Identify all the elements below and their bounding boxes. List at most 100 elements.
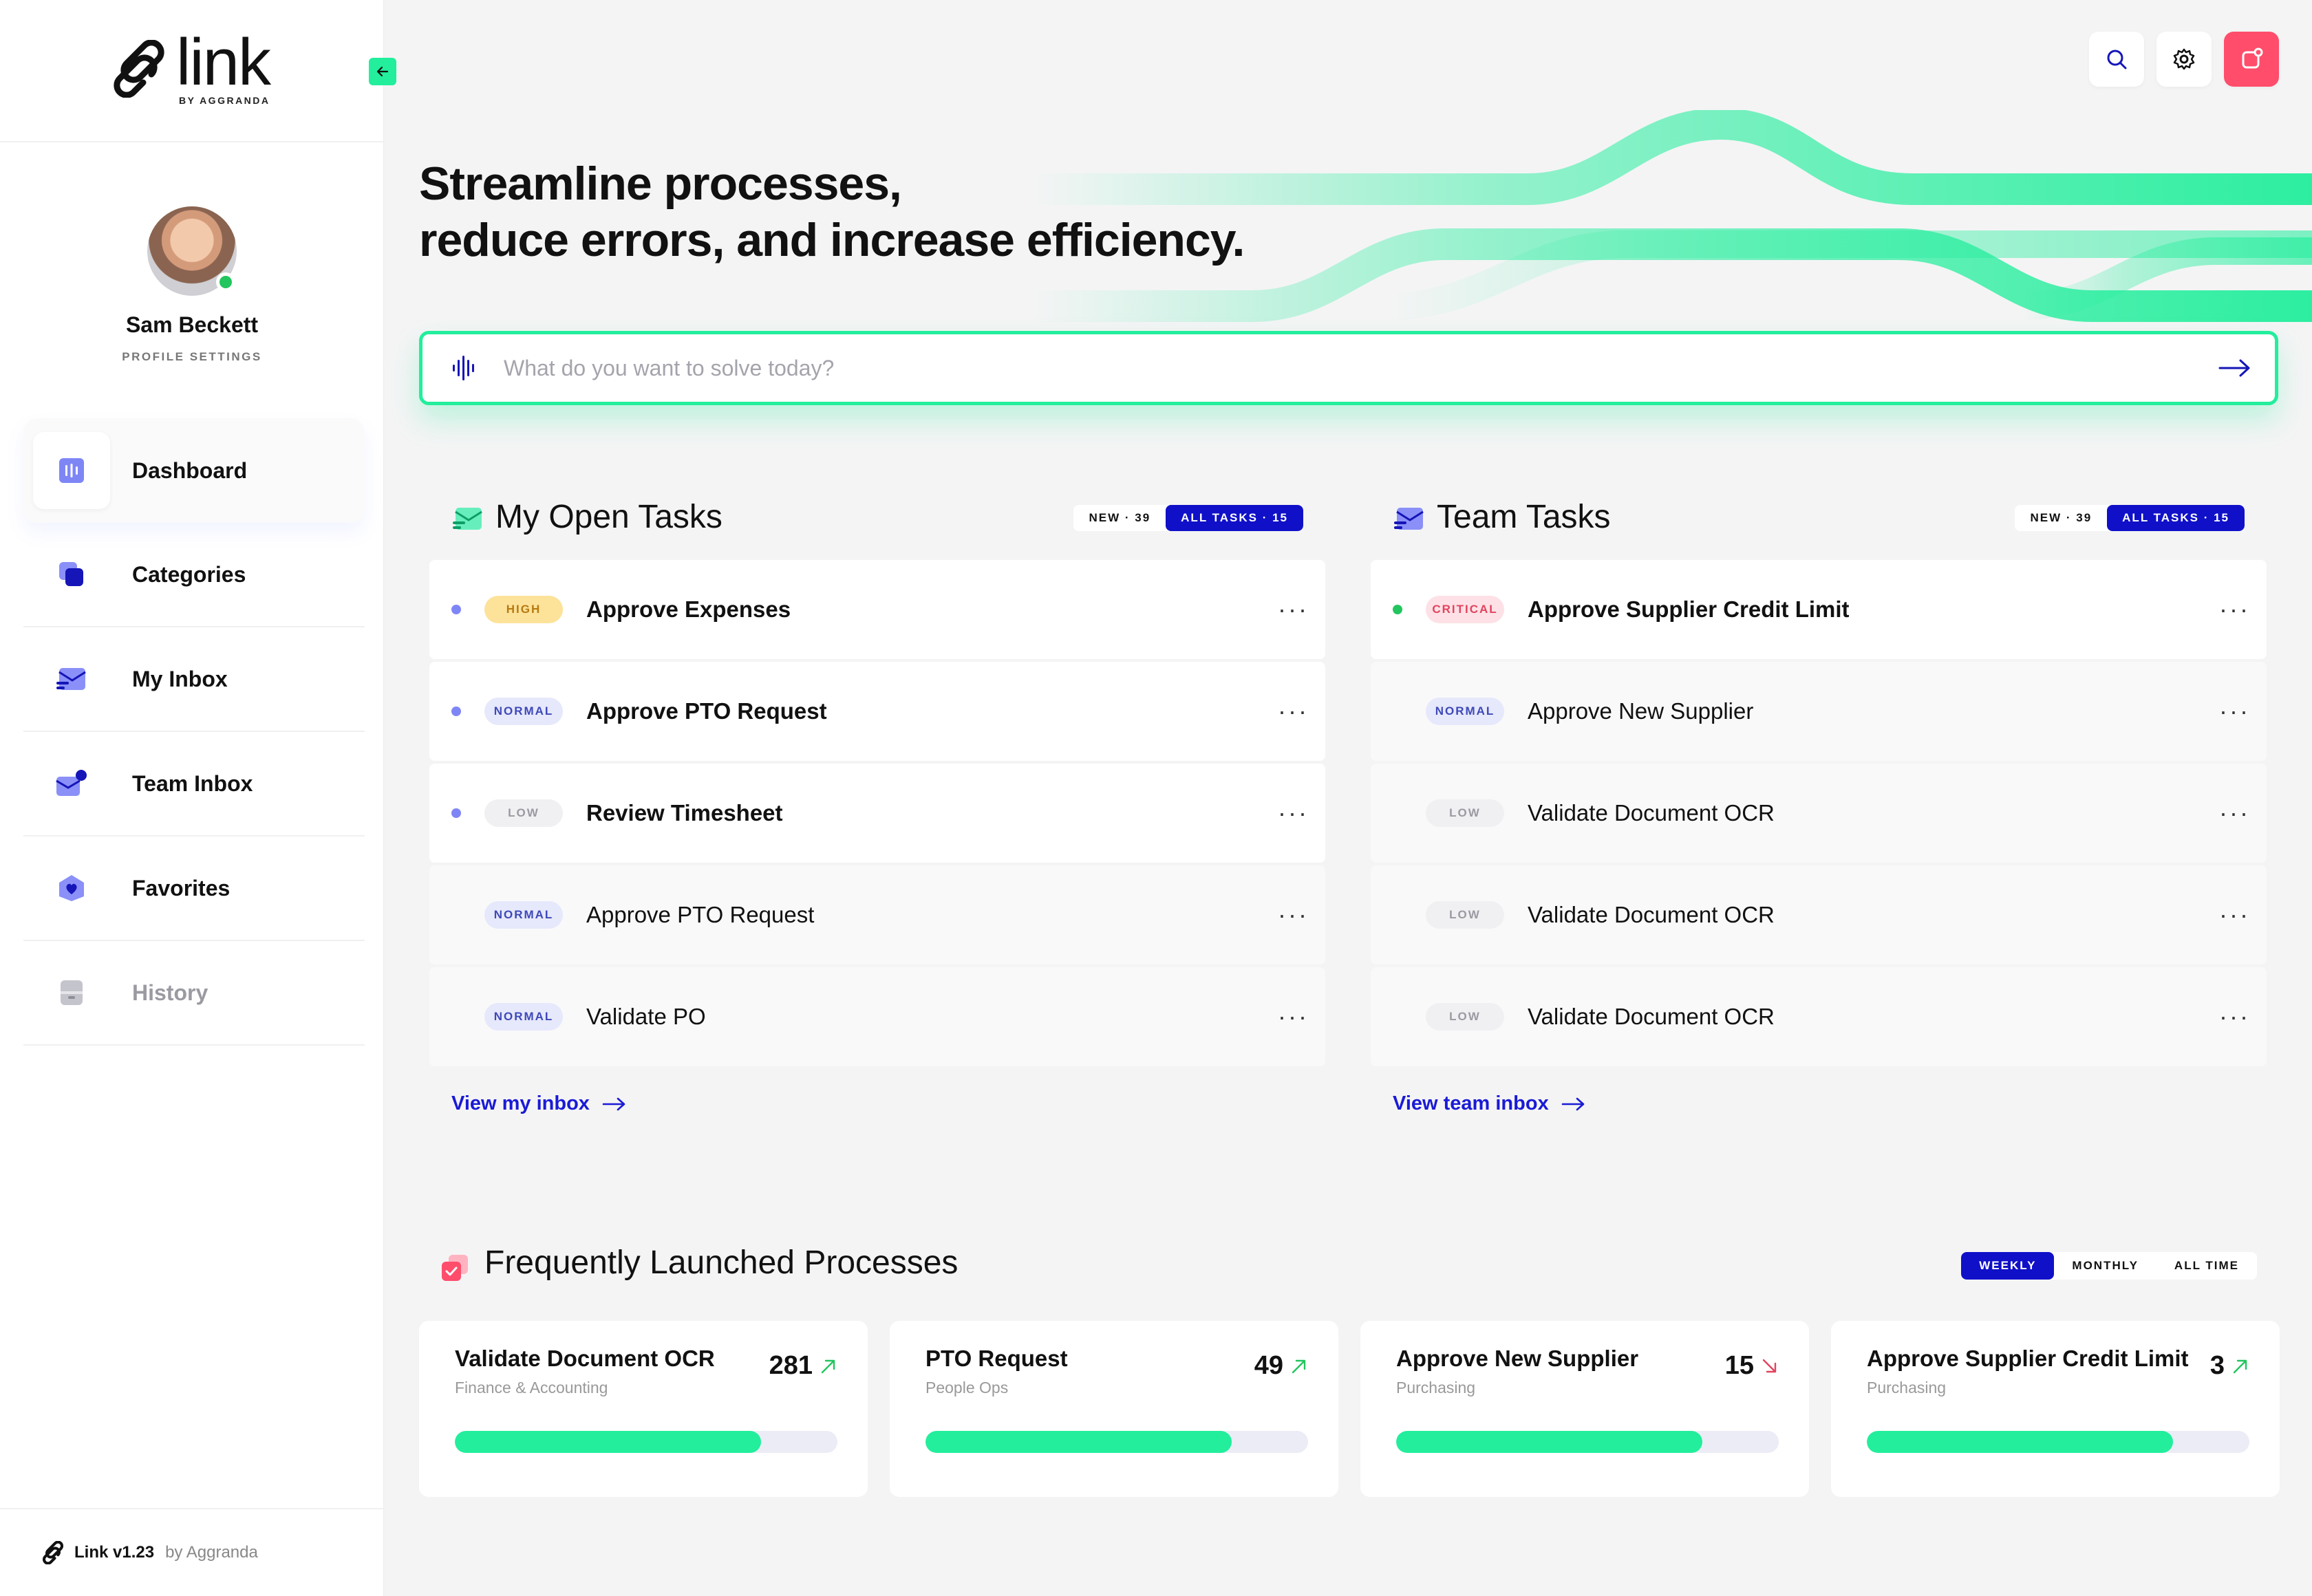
link-logo-icon (43, 1541, 63, 1564)
trend-down-icon (1762, 1359, 1777, 1372)
more-options-icon[interactable]: ··· (1278, 799, 1309, 828)
task-row[interactable]: HIGH Approve Expenses ··· (429, 560, 1325, 659)
sidebar-item-favorites[interactable]: Favorites (23, 837, 365, 941)
process-category: Purchasing (1396, 1379, 1476, 1396)
notification-icon (2242, 47, 2263, 69)
sidebar-item-categories[interactable]: Categories (23, 523, 365, 627)
sidebar-item-label: Favorites (132, 875, 231, 901)
period-all-time-button[interactable]: ALL TIME (2156, 1252, 2257, 1280)
footer-vendor: by Aggranda (165, 1543, 258, 1562)
notifications-button[interactable] (2224, 32, 2279, 87)
categories-icon-wrap (33, 536, 110, 613)
task-name: Validate Document OCR (1528, 902, 1775, 927)
progress-track (455, 1431, 837, 1453)
task-list: HIGH Approve Expenses ··· NORMAL Approve… (429, 560, 1325, 1066)
more-options-icon[interactable]: ··· (1278, 697, 1309, 726)
more-options-icon[interactable]: ··· (2219, 1002, 2250, 1031)
hero-title: Streamline processes, reduce errors, and… (419, 155, 1245, 268)
more-options-icon[interactable]: ··· (1278, 901, 1309, 929)
task-row[interactable]: LOW Validate Document OCR ··· (1371, 764, 2267, 863)
team-inbox-icon-wrap (33, 745, 110, 822)
profile-block: Sam Beckett PROFILE SETTINGS (0, 206, 384, 364)
priority-badge: NORMAL (484, 698, 563, 725)
top-actions (2089, 32, 2279, 87)
more-options-icon[interactable]: ··· (2219, 901, 2250, 929)
sidebar-item-label: My Inbox (132, 666, 228, 691)
unread-indicator (451, 808, 461, 818)
more-options-icon[interactable]: ··· (2219, 799, 2250, 828)
sidebar-item-team-inbox[interactable]: Team Inbox (23, 732, 365, 837)
solve-input[interactable] (504, 355, 2218, 381)
search-button[interactable] (2089, 32, 2144, 87)
launch-count-value: 15 (1724, 1351, 1754, 1380)
process-card[interactable]: PTO Request People Ops 49 (890, 1321, 1338, 1497)
processes-title: Frequently Launched Processes (484, 1244, 959, 1281)
view-my-inbox-link[interactable]: View my inbox (451, 1092, 1325, 1115)
task-row[interactable]: NORMAL Approve New Supplier ··· (1371, 662, 2267, 761)
task-filter: NEW · 39 ALL TASKS · 15 (1073, 505, 1303, 531)
more-options-icon[interactable]: ··· (2219, 697, 2250, 726)
task-row[interactable]: CRITICAL Approve Supplier Credit Limit ·… (1371, 560, 2267, 659)
task-row[interactable]: NORMAL Approve PTO Request ··· (429, 662, 1325, 761)
favorites-icon (59, 875, 84, 901)
period-weekly-button[interactable]: WEEKLY (1961, 1252, 2055, 1280)
task-name: Validate Document OCR (1528, 1004, 1775, 1029)
dashboard-icon (59, 458, 84, 483)
sidebar-item-my-inbox[interactable]: My Inbox (23, 627, 365, 732)
task-name: Approve New Supplier (1528, 698, 1754, 724)
filter-all-tasks-button[interactable]: ALL TASKS · 15 (2107, 505, 2245, 531)
more-options-icon[interactable]: ··· (1278, 595, 1309, 624)
more-options-icon[interactable]: ··· (1278, 1002, 1309, 1031)
task-name: Validate Document OCR (1528, 800, 1775, 826)
link-label: View team inbox (1393, 1092, 1549, 1114)
unread-indicator (451, 605, 461, 614)
sidebar-item-dashboard[interactable]: Dashboard (23, 418, 365, 523)
team-tasks-panel: Team Tasks NEW · 39 ALL TASKS · 15 CRITI… (1371, 493, 2267, 1115)
task-row[interactable]: LOW Review Timesheet ··· (429, 764, 1325, 863)
link-label: View my inbox (451, 1092, 590, 1114)
task-row[interactable]: NORMAL Validate PO ··· (429, 967, 1325, 1066)
view-team-inbox-link[interactable]: View team inbox (1393, 1092, 2267, 1115)
arrow-right-icon (1561, 1097, 1585, 1110)
sidebar-item-history[interactable]: History (23, 941, 365, 1046)
task-row[interactable]: NORMAL Approve PTO Request ··· (429, 865, 1325, 964)
task-row[interactable]: LOW Validate Document OCR ··· (1371, 865, 2267, 964)
process-card[interactable]: Validate Document OCR Finance & Accounti… (419, 1321, 868, 1497)
sidebar-item-label: History (132, 980, 208, 1005)
profile-settings-link[interactable]: PROFILE SETTINGS (0, 350, 384, 364)
process-title: Approve Supplier Credit Limit (1867, 1346, 2189, 1371)
avatar[interactable] (147, 206, 237, 296)
favorites-icon-wrap (33, 850, 110, 927)
filter-new-button[interactable]: NEW · 39 (2015, 505, 2108, 531)
progress-track (1867, 1431, 2249, 1453)
panel-header: My Open Tasks NEW · 39 ALL TASKS · 15 (429, 493, 1325, 548)
sidebar-footer: Link v1.23 by Aggranda (0, 1508, 384, 1596)
collapse-sidebar-button[interactable] (369, 58, 396, 85)
history-icon (61, 980, 83, 1005)
task-row[interactable]: LOW Validate Document OCR ··· (1371, 967, 2267, 1066)
task-filter: NEW · 39 ALL TASKS · 15 (2015, 505, 2245, 531)
sidebar-nav: Dashboard Categories My Inbox Team Inbox… (23, 418, 365, 1046)
solve-search-bar (419, 331, 2278, 405)
priority-badge: NORMAL (1426, 698, 1504, 725)
filter-all-tasks-button[interactable]: ALL TASKS · 15 (1166, 505, 1303, 531)
task-name: Approve Supplier Credit Limit (1528, 596, 1850, 622)
more-options-icon[interactable]: ··· (2219, 595, 2250, 624)
settings-button[interactable] (2156, 32, 2212, 87)
process-card[interactable]: Approve New Supplier Purchasing 15 (1360, 1321, 1809, 1497)
inbox-icon (56, 668, 86, 690)
task-name: Review Timesheet (586, 800, 783, 826)
task-list: CRITICAL Approve Supplier Credit Limit ·… (1371, 560, 2267, 1066)
team-inbox-icon (56, 770, 87, 796)
arrow-right-icon[interactable] (2218, 358, 2251, 378)
inbox-icon (453, 508, 482, 530)
process-card[interactable]: Approve Supplier Credit Limit Purchasing… (1831, 1321, 2280, 1497)
process-cards: Validate Document OCR Finance & Accounti… (419, 1321, 2280, 1497)
period-monthly-button[interactable]: MONTHLY (2054, 1252, 2156, 1280)
launch-count-value: 281 (769, 1351, 813, 1380)
filter-new-button[interactable]: NEW · 39 (1073, 505, 1166, 531)
profile-name: Sam Beckett (125, 312, 259, 337)
processes-header: Frequently Launched Processes WEEKLY MON… (440, 1244, 2257, 1292)
voice-waveform-icon[interactable] (450, 353, 480, 383)
launch-count: 15 (1725, 1351, 1779, 1381)
